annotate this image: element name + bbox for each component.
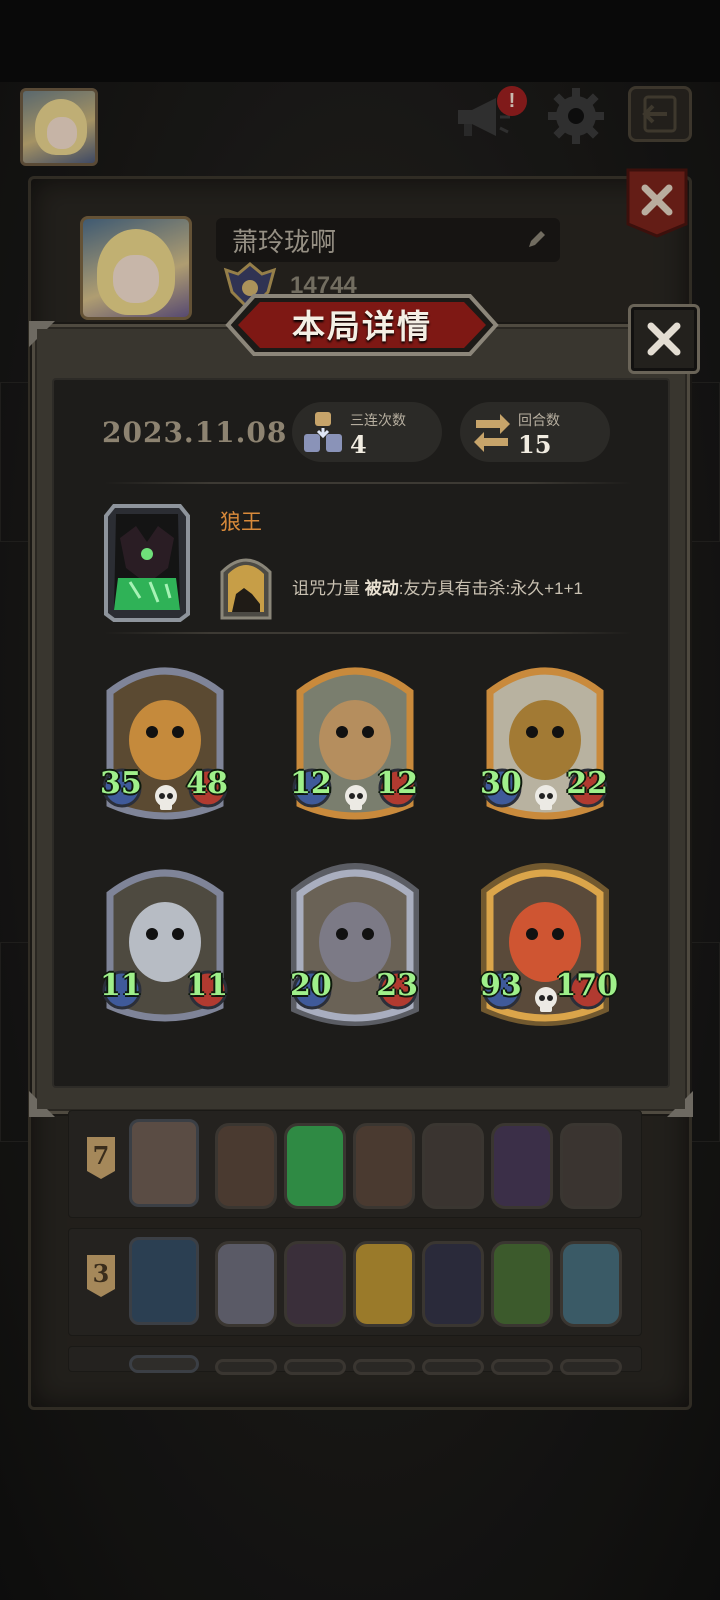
unit-health: 170	[555, 968, 618, 1003]
match-date: 2023.11.08	[102, 416, 288, 449]
unit-health: 12	[376, 766, 418, 801]
divider	[104, 482, 632, 484]
corner-ornament	[29, 321, 55, 347]
history-unit-portrait	[560, 1359, 622, 1375]
history-hero-portrait	[129, 1355, 199, 1373]
history-unit-portrait	[284, 1123, 346, 1209]
history-unit-portrait	[560, 1123, 622, 1209]
hero-skill-description: 诅咒力量 被动:友方具有击杀:永久+1+1	[292, 574, 583, 599]
history-row[interactable]: 3	[68, 1228, 642, 1336]
unit-health: 11	[186, 968, 228, 1003]
history-unit-portrait	[353, 1123, 415, 1209]
history-unit-portrait	[491, 1359, 553, 1375]
hero-portrait-wolf-king[interactable]	[100, 498, 194, 624]
triple-count-value: 4	[350, 430, 367, 459]
history-unit-portrait	[422, 1359, 484, 1375]
skill-icon	[220, 558, 272, 620]
unit-attack: 93	[480, 968, 522, 1003]
round-count-label: 回合数	[518, 412, 560, 428]
history-unit-portrait	[353, 1241, 415, 1327]
unit-attack: 30	[480, 766, 522, 801]
skill-effect: :友方具有击杀:永久+1+1	[398, 579, 583, 598]
unit-attack: 11	[100, 968, 142, 1003]
history-unit-portrait	[215, 1241, 277, 1327]
skill-type: 被动	[364, 579, 399, 598]
unit-card-steampunk-tank[interactable]: 30 22	[480, 656, 610, 826]
hero-name: 狼王	[220, 511, 262, 534]
history-unit-portrait	[491, 1241, 553, 1327]
skull-icon	[535, 785, 557, 810]
history-unit-portrait	[353, 1359, 415, 1375]
unit-card-rat-bandit[interactable]: 20 23	[290, 858, 420, 1028]
close-icon	[647, 322, 681, 356]
unit-card-red-mech[interactable]: 93 170	[480, 858, 618, 1028]
round-count-value: 15	[518, 430, 552, 459]
history-unit-portrait	[491, 1123, 553, 1209]
history-unit-portrait	[284, 1241, 346, 1327]
unit-health: 22	[566, 766, 608, 801]
triple-count-label: 三连次数	[350, 412, 406, 428]
unit-health: 48	[186, 766, 228, 801]
history-hero-portrait	[129, 1119, 199, 1207]
skull-icon	[535, 987, 557, 1012]
cycle-arrows-icon	[474, 414, 510, 452]
rank-number: 7	[92, 1141, 110, 1170]
unit-card-tin-robot[interactable]: 11 11	[100, 858, 230, 1028]
corner-ornament	[29, 1091, 55, 1117]
skill-name: 诅咒力量	[292, 579, 360, 598]
history-row[interactable]	[68, 1346, 642, 1375]
triple-count-stat: 三连次数 4	[292, 402, 442, 462]
skull-icon	[345, 785, 367, 810]
unit-attack: 20	[290, 968, 332, 1003]
rank-number: 3	[92, 1259, 110, 1288]
corner-ornament	[667, 1091, 693, 1117]
history-unit-portrait	[284, 1359, 346, 1375]
history-unit-portrait	[422, 1123, 484, 1209]
round-count-stat: 回合数 15	[460, 402, 610, 462]
unit-health: 23	[376, 968, 418, 1003]
unit-card-bear-knight[interactable]: 35 48	[100, 656, 230, 826]
history-unit-portrait	[422, 1241, 484, 1327]
modal-close-button[interactable]	[628, 304, 700, 374]
unit-card-airship[interactable]: 12 12	[290, 656, 420, 826]
divider	[104, 632, 632, 634]
history-unit-portrait	[215, 1359, 277, 1375]
triple-stack-icon	[304, 412, 342, 452]
unit-attack: 35	[100, 766, 142, 801]
history-row[interactable]: 7	[68, 1110, 642, 1218]
modal-title: 本局详情	[292, 307, 432, 346]
history-hero-portrait	[129, 1237, 199, 1325]
history-unit-portrait	[560, 1241, 622, 1327]
skull-icon	[155, 785, 177, 810]
history-unit-portrait	[215, 1123, 277, 1209]
unit-attack: 12	[290, 766, 332, 801]
